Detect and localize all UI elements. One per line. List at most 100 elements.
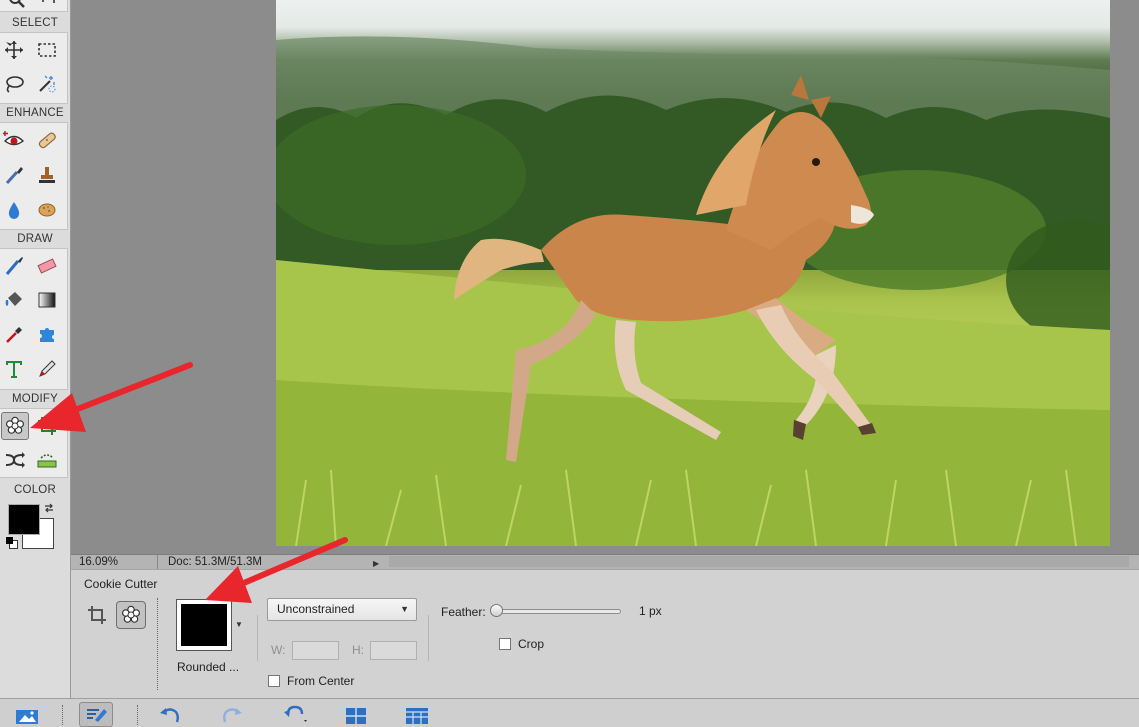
marquee-icon: [38, 43, 56, 57]
taskbar-divider: [137, 705, 138, 725]
type-t-icon: [6, 361, 22, 378]
default-colors-icon[interactable]: [6, 537, 18, 549]
document-size-info: Doc: 51.3M/51.3M: [157, 555, 385, 569]
shape-name-label: Rounded ...: [177, 660, 240, 674]
eyedropper-tool[interactable]: [0, 320, 28, 348]
zoom-level[interactable]: 16.09%: [79, 555, 118, 569]
move-tool[interactable]: [0, 36, 28, 64]
eraser-icon: [37, 258, 57, 274]
photo-bin-button[interactable]: [10, 702, 44, 727]
undo-icon: [160, 708, 179, 723]
taskbar-divider: [62, 705, 63, 725]
tool-options-bar: Cookie Cutter ▼ Rounded ... Unconstraine…: [71, 569, 1139, 699]
pencil-tool[interactable]: [33, 355, 61, 383]
organizer-button[interactable]: [400, 702, 434, 727]
paint-bucket-icon: [5, 292, 22, 306]
width-label: W:: [271, 643, 286, 657]
foal-photo-illustration: [276, 36, 1110, 546]
quick-selection-tool[interactable]: [33, 70, 61, 98]
zoom-tool[interactable]: [2, 0, 30, 13]
cookie-cutter-flower-icon: [122, 605, 141, 623]
eyedropper-icon: [6, 327, 22, 343]
gradient-tool[interactable]: [33, 286, 61, 314]
rotate-button[interactable]: [278, 702, 312, 727]
clone-stamp-tool[interactable]: [33, 161, 61, 189]
width-field[interactable]: [292, 641, 339, 660]
undo-button[interactable]: [153, 702, 187, 727]
modify-tool-group: [0, 408, 68, 478]
lasso-tool[interactable]: [0, 70, 28, 98]
layout-button[interactable]: [339, 702, 373, 727]
constraint-select[interactable]: Unconstrained ▼: [267, 598, 417, 621]
shuffle-arrows-icon: [5, 452, 25, 468]
magic-wand-icon: [39, 75, 56, 93]
rectangular-marquee-tool[interactable]: [33, 36, 61, 64]
document-image-foal-running[interactable]: [276, 0, 1110, 546]
redo-icon: [223, 708, 242, 723]
paint-bucket-tool[interactable]: [0, 286, 28, 314]
crop-tool[interactable]: [33, 412, 61, 440]
spot-healing-brush-tool[interactable]: [33, 126, 61, 154]
feather-slider-thumb[interactable]: [490, 604, 503, 617]
swap-colors-icon[interactable]: [43, 502, 55, 514]
bandage-icon: [38, 132, 56, 149]
section-color-label: COLOR: [14, 484, 56, 496]
section-select-label: SELECT: [12, 17, 58, 29]
layout-grid-icon: [346, 708, 366, 724]
from-center-checkbox[interactable]: [268, 675, 280, 687]
pencil-icon: [39, 360, 56, 377]
sponge-tool[interactable]: [33, 196, 61, 224]
tool-options-button[interactable]: [79, 702, 113, 727]
crop-tool-option[interactable]: [82, 601, 112, 629]
color-swatches: [0, 499, 67, 555]
from-center-label: From Center: [287, 674, 355, 688]
section-draw-label: DRAW: [17, 233, 53, 245]
organizer-icon: [406, 708, 428, 724]
redo-button[interactable]: [215, 702, 249, 727]
stamp-icon: [39, 167, 55, 183]
hand-tool[interactable]: [34, 0, 62, 13]
straighten-tool[interactable]: [33, 446, 61, 474]
tool-options-icon: [87, 709, 107, 722]
type-tool[interactable]: [0, 355, 28, 383]
eraser-tool[interactable]: [33, 252, 61, 280]
tool-options-title: Cookie Cutter: [84, 577, 158, 591]
blur-tool[interactable]: [0, 196, 28, 224]
level-icon: [37, 454, 57, 468]
red-eye-removal-tool[interactable]: [0, 126, 28, 154]
enhance-tool-group: [0, 122, 68, 230]
custom-shape-tool[interactable]: [33, 320, 61, 348]
recompose-tool[interactable]: [0, 446, 28, 474]
cookie-cutter-tool-option[interactable]: [116, 601, 146, 629]
hand-icon: [42, 0, 55, 3]
options-divider: [428, 615, 429, 661]
lasso-icon: [6, 76, 24, 93]
shape-preview: [181, 604, 227, 646]
gradient-icon: [38, 292, 56, 308]
crop-checkbox[interactable]: [499, 638, 511, 650]
paintbrush-icon: [5, 257, 23, 275]
options-divider: [257, 615, 258, 661]
chevron-down-icon: ▼: [400, 604, 409, 614]
feather-label: Feather:: [441, 605, 486, 619]
crop-icon: [38, 417, 56, 435]
feather-value: 1 px: [639, 604, 662, 618]
sponge-icon: [38, 203, 56, 217]
shape-dropdown-arrow-icon[interactable]: ▼: [235, 620, 243, 629]
draw-tool-group: [0, 248, 68, 390]
view-tool-group: [0, 0, 68, 12]
shape-picker-swatch[interactable]: [176, 599, 232, 651]
height-field[interactable]: [370, 641, 417, 660]
horizontal-scrollbar[interactable]: [389, 556, 1129, 567]
toolbox: SELECT ENHANCE DRAW MODIFY COLOR: [0, 0, 71, 698]
canvas-area[interactable]: [71, 0, 1139, 554]
foreground-color-swatch[interactable]: [8, 504, 40, 535]
cookie-cutter-tool[interactable]: [1, 412, 29, 440]
brush-tool[interactable]: [0, 252, 28, 280]
constraint-select-value: Unconstrained: [277, 602, 355, 616]
crop-icon: [88, 606, 106, 624]
section-enhance-label: ENHANCE: [6, 107, 64, 119]
smart-brush-tool[interactable]: [0, 161, 28, 189]
feather-slider-track[interactable]: [493, 609, 621, 614]
height-label: H:: [352, 643, 364, 657]
